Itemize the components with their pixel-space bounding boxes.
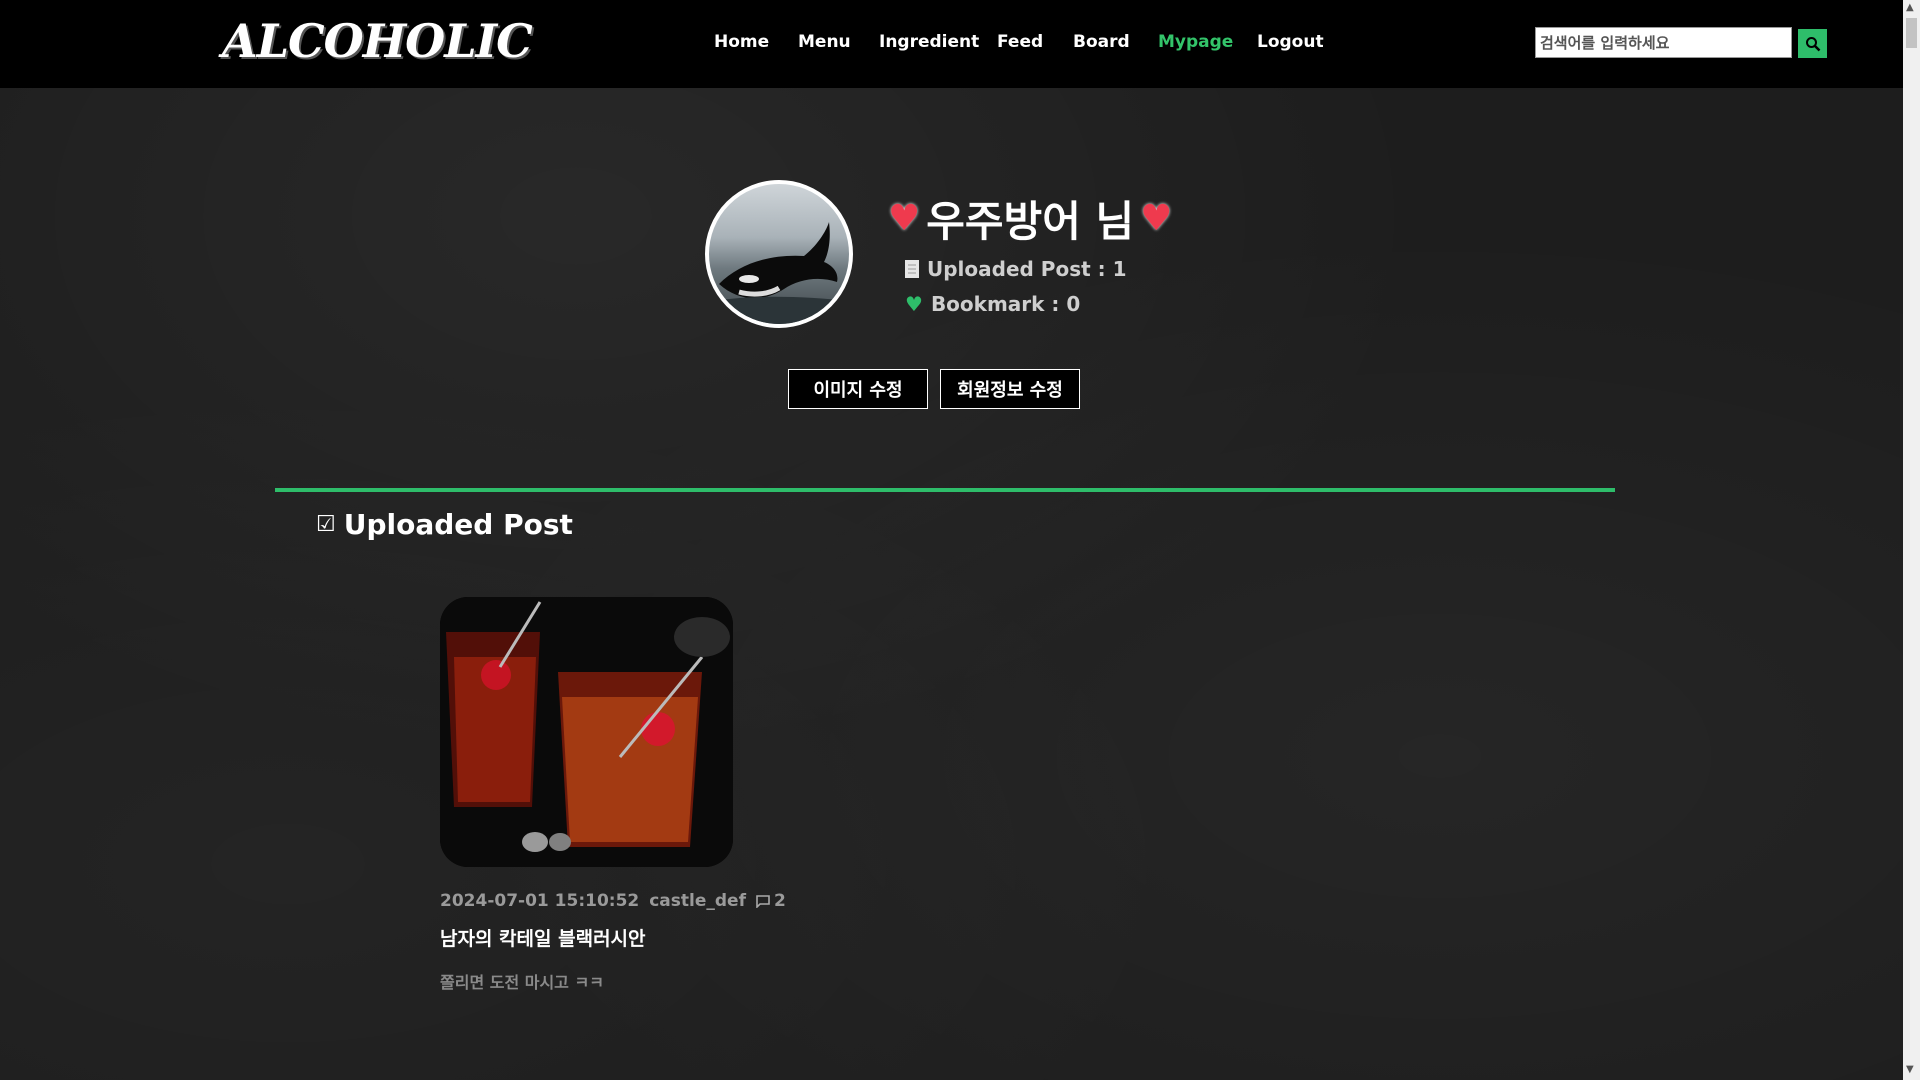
username-heading: ♥ 우주방어 님 ♥ xyxy=(888,188,1172,249)
checkbox-icon: ☑ xyxy=(316,512,336,537)
search-input[interactable] xyxy=(1535,27,1792,58)
orca-photo xyxy=(709,222,849,324)
nav-menu[interactable]: Menu xyxy=(798,32,851,52)
post-meta: 2024-07-01 15:10:52 castle_def 2 xyxy=(440,891,786,911)
cocktail-photo xyxy=(440,597,733,867)
post-title[interactable]: 남자의 칵테일 블랙러시안 xyxy=(440,924,646,951)
post-thumbnail[interactable] xyxy=(440,597,733,867)
nav-logout[interactable]: Logout xyxy=(1257,32,1324,52)
post-date: 2024-07-01 15:10:52 xyxy=(440,891,640,911)
search-button[interactable] xyxy=(1798,29,1827,58)
green-heart-icon: ♥ xyxy=(905,292,923,316)
uploaded-post-count: Uploaded Post : 1 xyxy=(927,257,1127,281)
heart-icon: ♥ xyxy=(888,198,921,239)
edit-image-button[interactable]: 이미지 수정 xyxy=(788,369,928,409)
document-icon xyxy=(905,260,919,278)
comment-count-group: 2 xyxy=(756,891,786,911)
section-divider xyxy=(275,488,1615,492)
top-navbar: ALCOHOLIC Home Menu Ingredient Feed Boar… xyxy=(0,0,1903,88)
section-title-text: Uploaded Post xyxy=(343,508,573,541)
edit-member-info-button[interactable]: 회원정보 수정 xyxy=(940,369,1080,409)
nav-ingredient[interactable]: Ingredient xyxy=(879,32,979,52)
post-author: castle_def xyxy=(649,891,746,911)
heart-icon: ♥ xyxy=(1140,198,1173,239)
search-icon xyxy=(1805,36,1820,51)
uploaded-post-stat: Uploaded Post : 1 xyxy=(905,257,1127,281)
scroll-down-arrow[interactable]: ▼ xyxy=(1906,1064,1914,1075)
username: 우주방어 님 xyxy=(926,197,1135,246)
avatar xyxy=(705,180,853,328)
scroll-up-arrow[interactable]: ▲ xyxy=(1906,2,1914,13)
scrollbar-thumb[interactable] xyxy=(1906,18,1917,48)
section-title: ☑ Uploaded Post xyxy=(316,508,573,541)
nav-mypage[interactable]: Mypage xyxy=(1158,32,1233,52)
nav-feed[interactable]: Feed xyxy=(997,32,1043,52)
post-description: 쫄리면 도전 마시고 ㅋㅋ xyxy=(440,973,604,992)
bookmark-count: Bookmark : 0 xyxy=(930,292,1081,316)
comment-count: 2 xyxy=(773,891,786,911)
bookmark-stat: ♥ Bookmark : 0 xyxy=(905,292,1080,316)
scrollbar[interactable] xyxy=(1903,0,1920,1080)
site-logo[interactable]: ALCOHOLIC xyxy=(222,14,533,68)
comment-icon xyxy=(756,894,770,908)
nav-home[interactable]: Home xyxy=(714,32,769,52)
nav-board[interactable]: Board xyxy=(1073,32,1130,52)
